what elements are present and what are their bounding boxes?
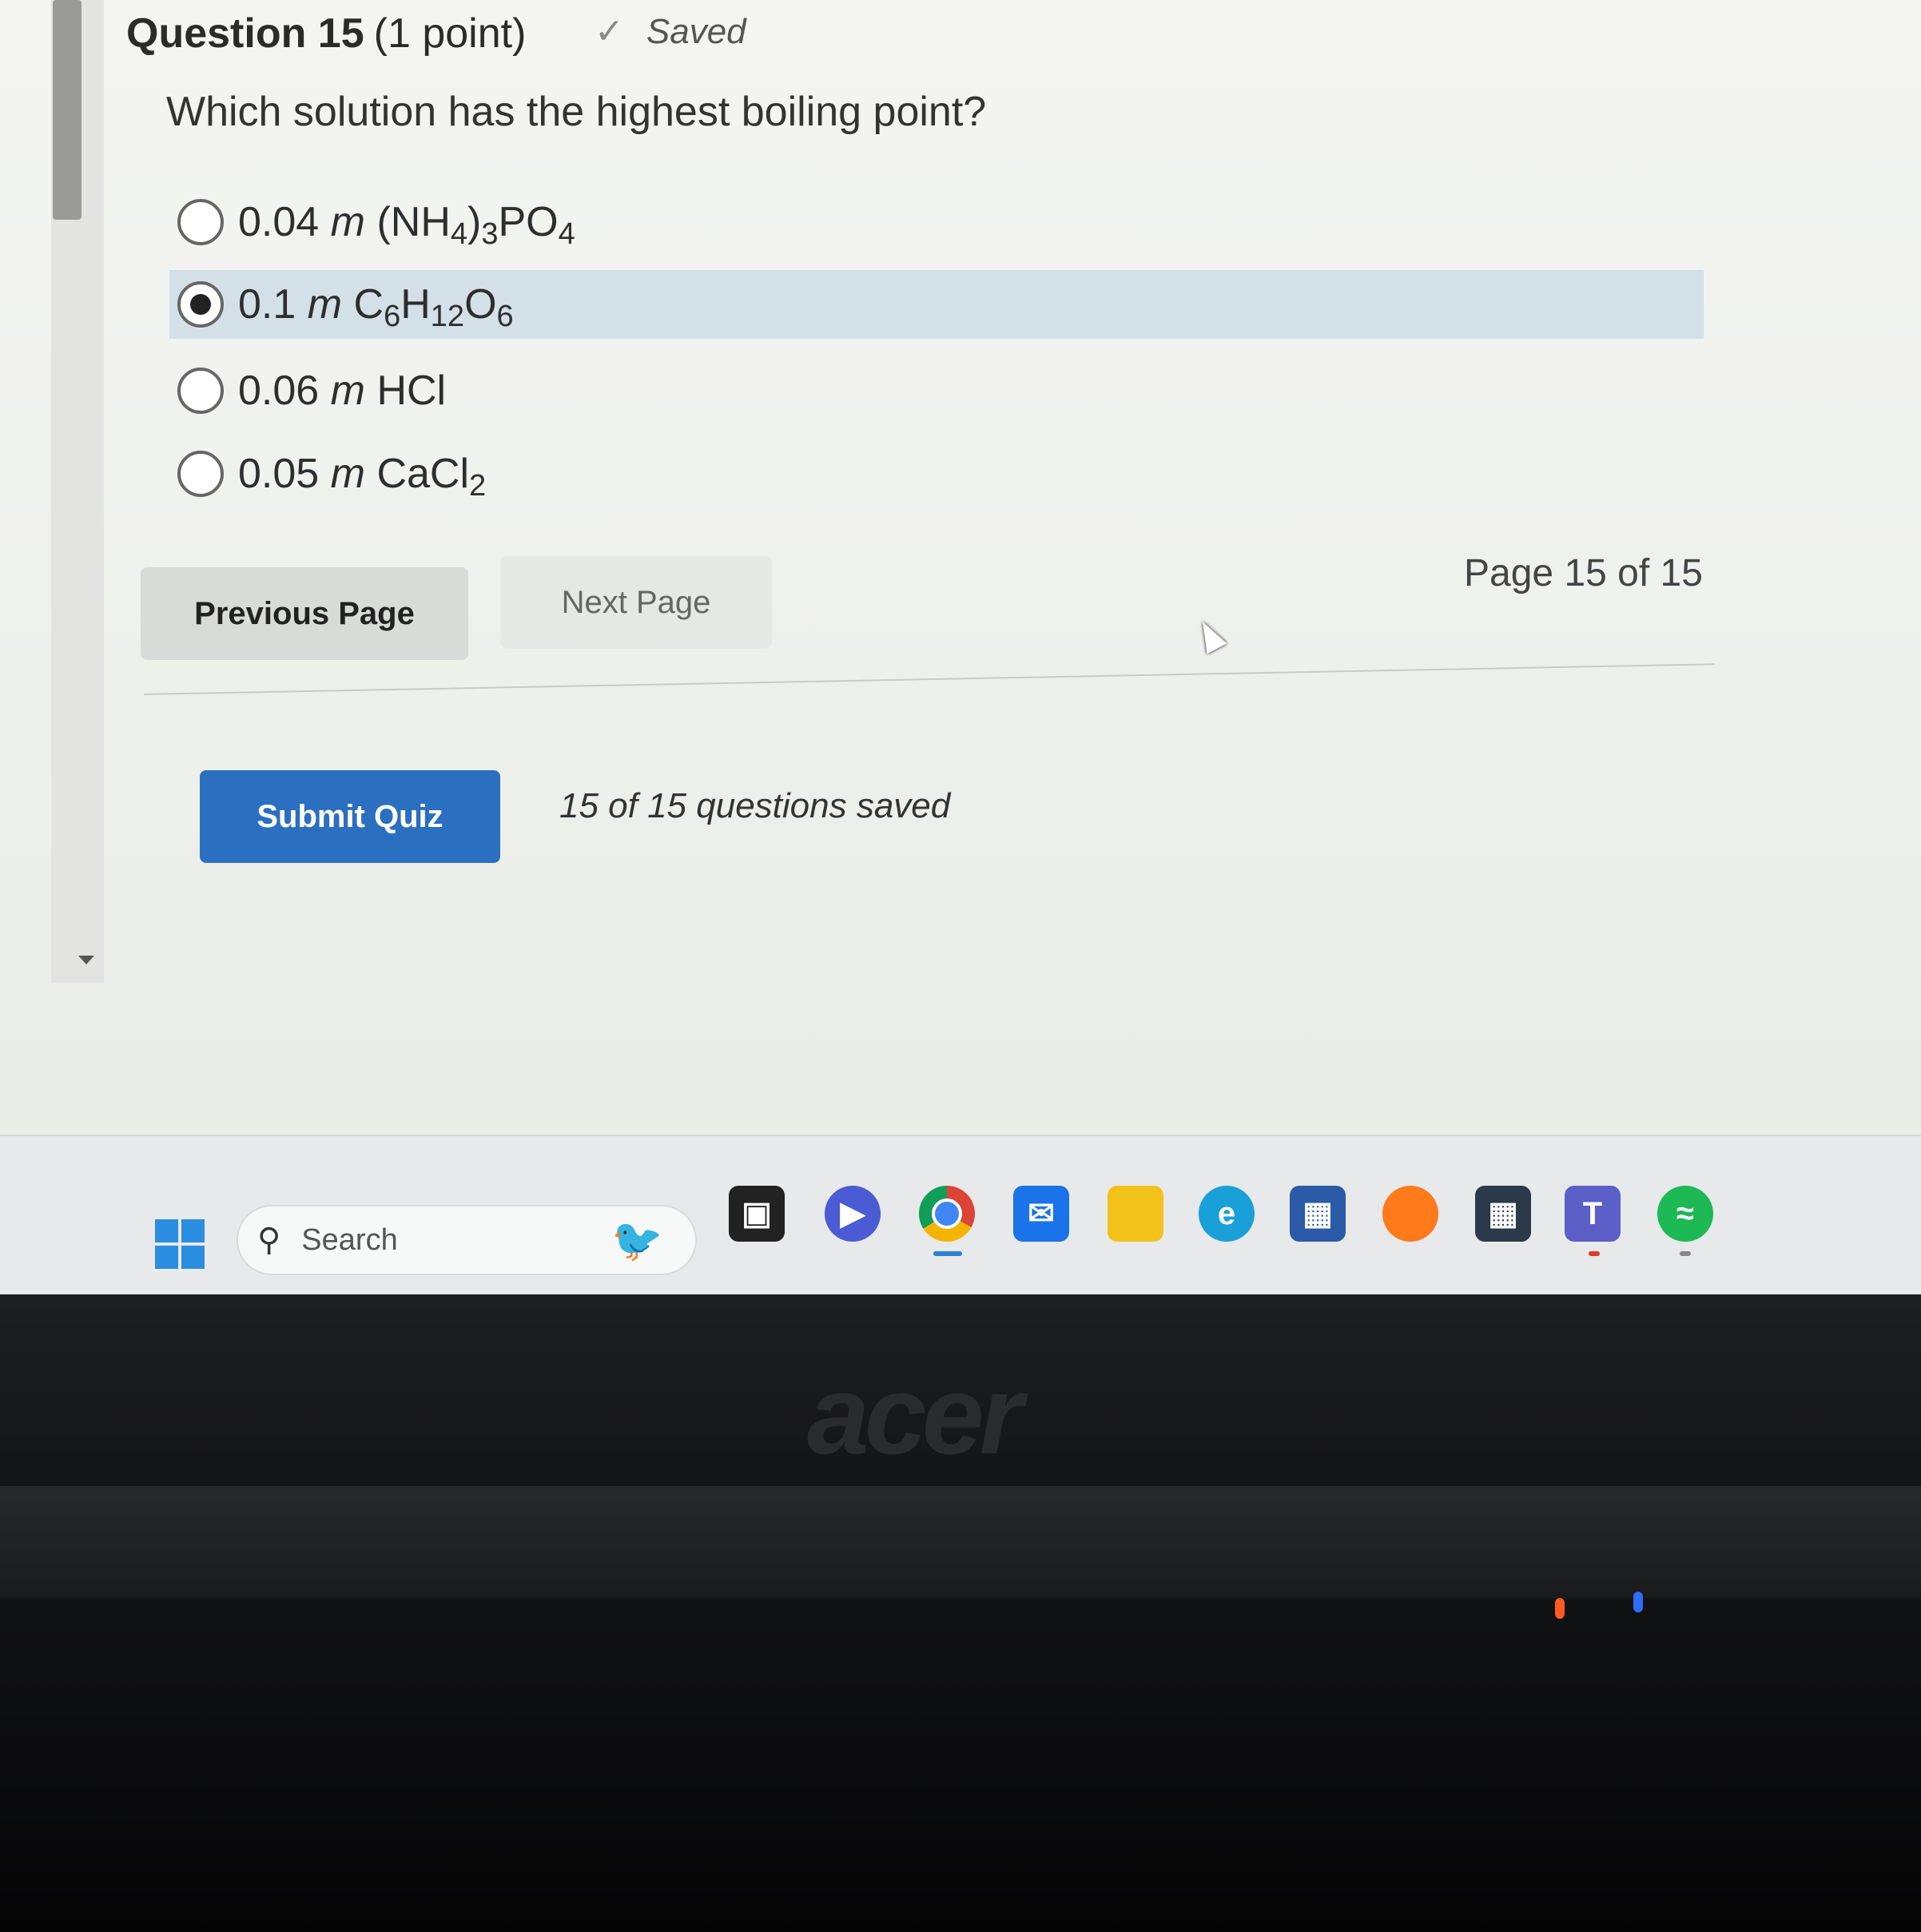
store-icon[interactable]: ▦	[1290, 1186, 1346, 1242]
next-page-button[interactable]: Next Page	[500, 556, 772, 649]
saved-label: Saved	[646, 12, 746, 51]
radio-button[interactable]	[177, 451, 224, 497]
laptop-brand-logo: acer	[807, 1352, 1023, 1477]
divider	[143, 663, 1715, 695]
power-led-icon	[1555, 1598, 1565, 1619]
question-number: Question 15	[126, 10, 364, 57]
mail-icon[interactable]: ✉	[1013, 1186, 1069, 1242]
submit-quiz-button[interactable]: Submit Quiz	[200, 770, 500, 863]
choice-label: 0.06 m HCl	[238, 368, 447, 414]
question-header: Question 15 (1 point)	[126, 10, 526, 58]
search-icon: ⚲	[257, 1222, 281, 1258]
search-highlight-icon: 🐦	[611, 1217, 663, 1264]
chrome-icon[interactable]	[919, 1186, 975, 1242]
saved-status: ✓ Saved	[595, 11, 746, 52]
status-led-icon	[1633, 1592, 1643, 1612]
app-icon[interactable]: ▦	[1475, 1186, 1531, 1242]
edge-icon[interactable]: e	[1199, 1186, 1255, 1242]
radio-dot-icon	[190, 294, 211, 315]
page-indicator: Page 15 of 15	[1464, 552, 1703, 594]
answer-choice-3[interactable]: 0.06 m HCl	[169, 356, 1704, 425]
spotify-indicator	[1680, 1251, 1691, 1256]
answer-choice-2[interactable]: 0.1 m C6H12O6	[169, 270, 1704, 339]
radio-button-selected[interactable]	[177, 281, 224, 328]
taskbar-search-input[interactable]: ⚲ Search 🐦	[237, 1205, 697, 1275]
choice-label: 0.04 m (NH4)3PO4	[238, 199, 575, 251]
choice-label: 0.1 m C6H12O6	[238, 281, 514, 333]
windows-start-icon[interactable]	[155, 1219, 205, 1269]
teams-icon[interactable]: T	[1565, 1186, 1621, 1242]
spotify-icon[interactable]: ≈	[1657, 1186, 1713, 1242]
teams-indicator	[1589, 1251, 1600, 1256]
laptop-hinge	[0, 1486, 1921, 1598]
answer-choice-1[interactable]: 0.04 m (NH4)3PO4	[169, 188, 1704, 256]
file-explorer-icon[interactable]	[1108, 1186, 1163, 1242]
firefox-icon[interactable]	[1382, 1186, 1438, 1242]
screen: Question 15 (1 point) ✓ Saved Which soluti…	[0, 0, 1921, 1294]
task-view-icon[interactable]: ▣	[729, 1186, 785, 1242]
checkmark-icon: ✓	[595, 12, 624, 51]
choice-label: 0.05 m CaCl2	[238, 451, 487, 503]
previous-page-button[interactable]: Previous Page	[141, 567, 468, 660]
laptop-deck	[0, 1598, 1921, 1932]
radio-button[interactable]	[177, 199, 224, 245]
chrome-active-indicator	[933, 1251, 962, 1256]
answer-choice-4[interactable]: 0.05 m CaCl2	[169, 439, 1704, 508]
question-points: (1 point)	[373, 10, 527, 57]
questions-saved-status: 15 of 15 questions saved	[559, 786, 951, 825]
question-prompt: Which solution has the highest boiling p…	[166, 89, 987, 135]
search-placeholder: Search	[301, 1222, 398, 1257]
scroll-down-arrow-icon[interactable]	[78, 956, 94, 964]
chat-icon[interactable]: ▶	[825, 1186, 881, 1242]
scrollbar-thumb[interactable]	[53, 0, 82, 220]
radio-button[interactable]	[177, 368, 224, 414]
mouse-cursor-icon	[1192, 616, 1227, 654]
